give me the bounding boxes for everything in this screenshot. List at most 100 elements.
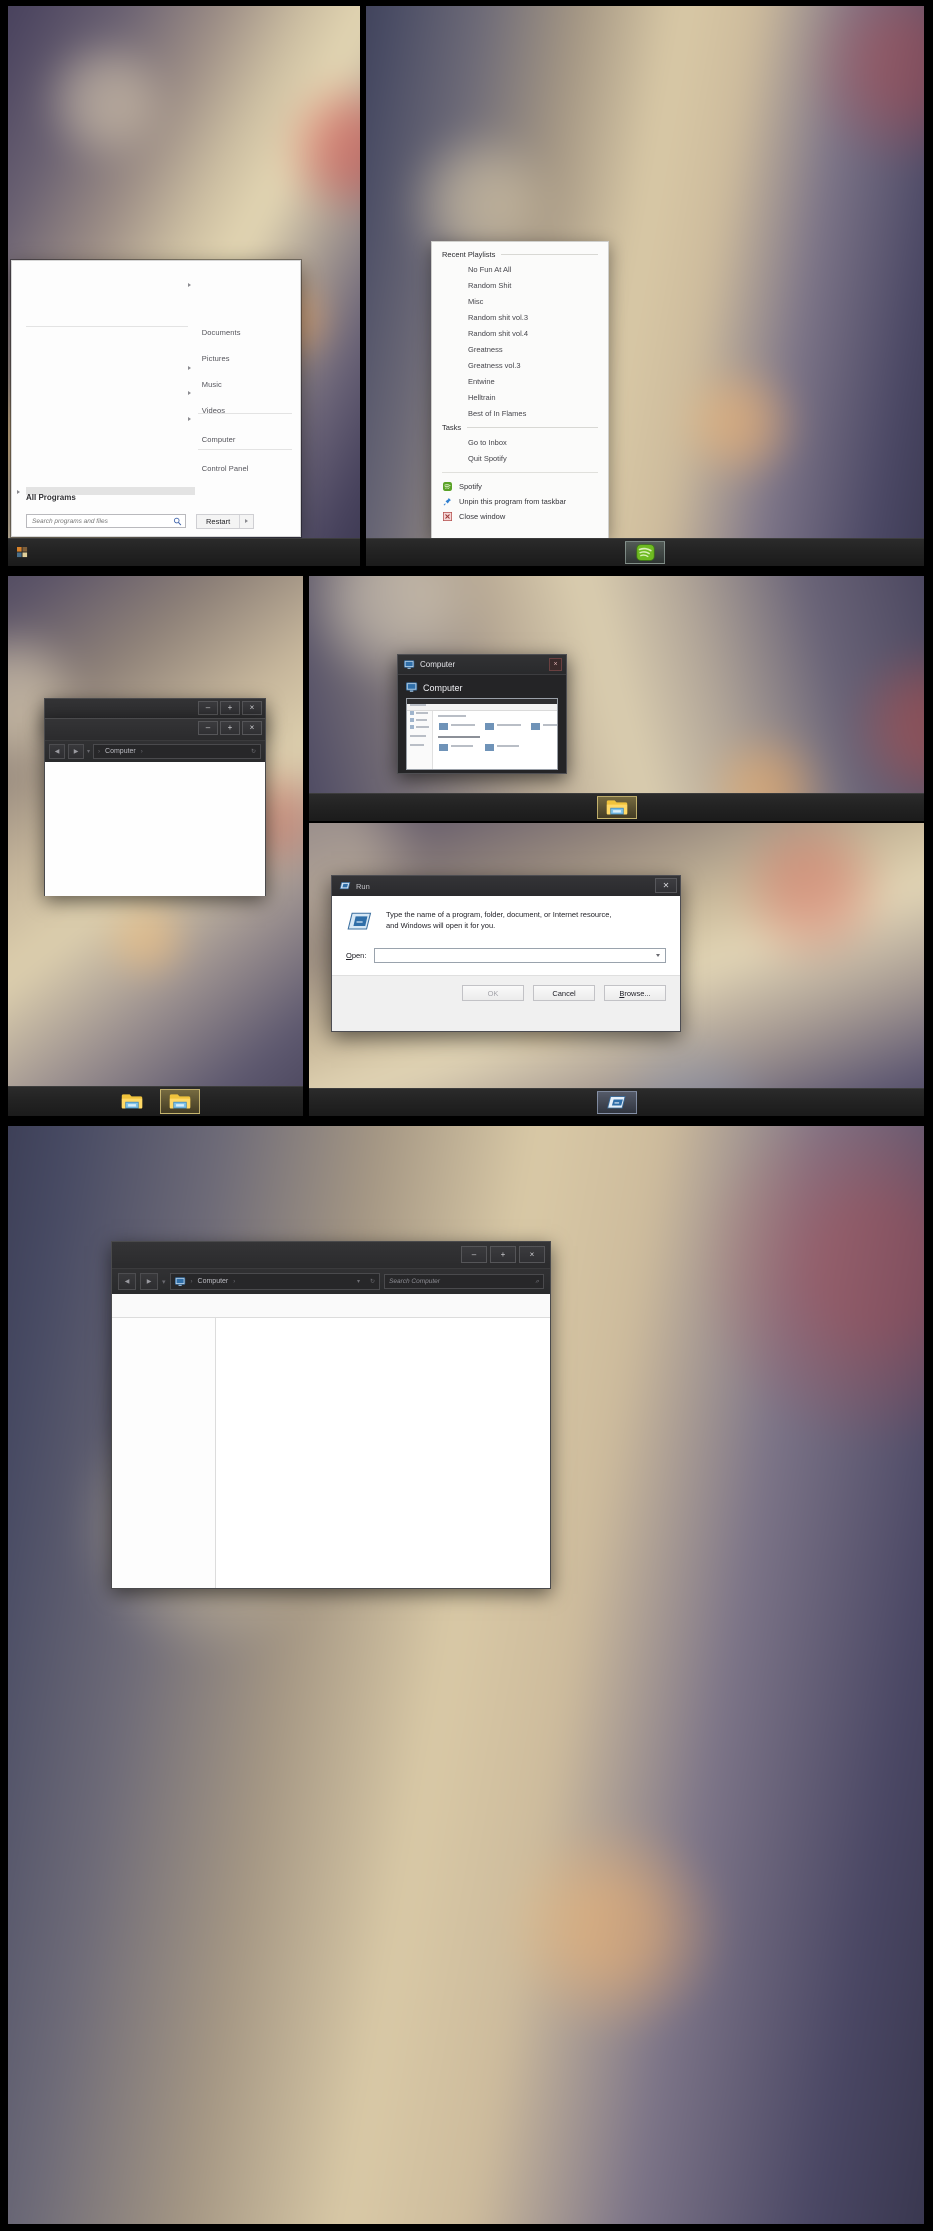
breadcrumb-bar[interactable]: › Computer › ▾ ↻ [169, 1273, 380, 1290]
preview-body[interactable]: Computer [398, 675, 566, 779]
all-programs-button[interactable]: All Programs [26, 493, 76, 502]
minimize-button[interactable]: – [198, 701, 218, 715]
jumplist-unpin[interactable]: Unpin this program from taskbar [432, 494, 608, 509]
chevron-right-icon: › [140, 748, 143, 755]
jumplist-playlist-item[interactable]: Random shit vol.3 [432, 309, 608, 325]
file-list-area[interactable] [45, 762, 265, 896]
minimize-button[interactable]: – [461, 1246, 487, 1263]
chevron-right-icon [188, 391, 191, 395]
search-programs-field[interactable] [26, 514, 186, 528]
jumplist-playlist-item[interactable]: Best of In Flames [432, 405, 608, 421]
jumplist-playlist-item[interactable]: Entwine [432, 373, 608, 389]
ok-button[interactable]: OK [462, 985, 524, 1001]
browse-button[interactable]: Browse... [604, 985, 666, 1001]
command-toolbar[interactable] [112, 1294, 550, 1318]
run-body: Type the name of a program, folder, docu… [332, 896, 680, 975]
taskbar-run-button[interactable] [596, 1091, 637, 1114]
run-open-combobox[interactable] [374, 948, 666, 963]
cancel-button[interactable]: Cancel [533, 985, 595, 1001]
refresh-icon[interactable]: ↻ [251, 748, 256, 755]
file-list-pane[interactable] [216, 1318, 550, 1588]
preview-header: Computer × [398, 655, 566, 675]
start-item-documents[interactable]: Documents [194, 324, 300, 341]
start-item-videos[interactable]: Videos [194, 402, 300, 419]
title-bar[interactable]: Run ✕ [332, 876, 680, 896]
chevron-down-icon[interactable] [656, 954, 660, 957]
search-computer-field[interactable]: Search Computer ⌕ [384, 1274, 544, 1289]
history-dropdown-icon[interactable]: ▾ [87, 748, 90, 755]
forward-arrow-icon[interactable]: ▶ [140, 1273, 158, 1290]
taskbar-spotify-button[interactable] [625, 541, 665, 564]
jumplist-launch-spotify[interactable]: Spotify [432, 479, 608, 494]
window-controls: – + × [198, 701, 262, 715]
history-dropdown-icon[interactable]: ▾ [357, 1278, 360, 1285]
panel-start-menu: Documents Pictures Music Videos Computer… [8, 6, 360, 566]
start-item-control-panel[interactable]: Control Panel [194, 460, 300, 477]
start-item-computer[interactable]: Computer [194, 431, 300, 448]
start-item-pictures[interactable]: Pictures [194, 350, 300, 367]
maximize-button[interactable]: + [490, 1246, 516, 1263]
start-item-music[interactable]: Music [194, 376, 300, 393]
jumplist-playlist-item[interactable]: Random Shit [432, 277, 608, 293]
jumplist-playlist-item[interactable]: No Fun At All [432, 261, 608, 277]
breadcrumb-bar[interactable]: › Computer › ↻ [93, 744, 261, 759]
close-icon[interactable]: × [549, 658, 562, 671]
run-icon [347, 912, 372, 930]
start-orb-button[interactable] [9, 541, 35, 564]
panel-preview-popup: Computer × Computer [309, 576, 924, 821]
start-menu: Documents Pictures Music Videos Computer… [11, 260, 301, 537]
jumplist-playlist-item[interactable]: Helltrain [432, 389, 608, 405]
title-bar[interactable]: – + × [45, 699, 265, 720]
close-icon[interactable]: ✕ [655, 878, 677, 893]
chevron-right-icon: › [190, 1278, 193, 1285]
restart-button[interactable]: Restart [197, 515, 239, 528]
jumplist-task-inbox[interactable]: Go to Inbox [432, 434, 608, 450]
back-arrow-icon[interactable]: ◀ [49, 744, 65, 759]
close-button[interactable]: × [242, 721, 262, 735]
shutdown-options-button[interactable] [239, 514, 253, 528]
refresh-icon[interactable]: ↻ [370, 1278, 375, 1285]
history-dropdown-icon[interactable]: ▾ [162, 1278, 166, 1286]
search-input[interactable] [32, 517, 173, 525]
open-label: Open: [346, 951, 367, 960]
breadcrumb-computer[interactable]: Computer [105, 748, 136, 755]
title-bar[interactable]: – + × [112, 1242, 550, 1268]
divider [197, 449, 292, 450]
jumplist-section-tasks: Tasks [432, 421, 608, 434]
forward-arrow-icon[interactable]: ▶ [68, 744, 84, 759]
chevron-right-icon: › [233, 1278, 236, 1285]
title-bar[interactable]: – + × [45, 719, 265, 740]
navigation-pane[interactable] [112, 1318, 216, 1588]
breadcrumb-computer[interactable]: Computer [198, 1278, 229, 1285]
folder-explorer-icon [169, 1094, 190, 1110]
divider [442, 472, 598, 473]
taskbar-explorer-button[interactable] [596, 796, 637, 819]
taskbar-1 [8, 538, 360, 566]
jumplist-playlist-item[interactable]: Misc [432, 293, 608, 309]
close-button[interactable]: × [242, 701, 262, 715]
divider [467, 427, 598, 428]
jumplist-playlist-item[interactable]: Greatness [432, 341, 608, 357]
maximize-button[interactable]: + [220, 721, 240, 735]
jumplist-task-quit[interactable]: Quit Spotify [432, 450, 608, 466]
taskbar-5 [309, 1088, 924, 1116]
taskbar-4 [309, 793, 924, 821]
taskbar-explorer-button-2[interactable] [159, 1089, 200, 1114]
thumb-nav-pane [407, 704, 433, 769]
jumplist-playlist-item[interactable]: Random shit vol.4 [432, 325, 608, 341]
divider [197, 413, 292, 414]
minimize-button[interactable]: – [198, 721, 218, 735]
back-arrow-icon[interactable]: ◀ [118, 1273, 136, 1290]
maximize-button[interactable]: + [220, 701, 240, 715]
search-icon [173, 517, 182, 525]
window-thumbnail[interactable] [406, 698, 558, 770]
jumplist-playlist-item[interactable]: Greatness vol.3 [432, 357, 608, 373]
taskbar-2 [366, 538, 924, 566]
taskbar-explorer-button-1[interactable] [112, 1089, 152, 1113]
close-button[interactable]: × [519, 1246, 545, 1263]
run-footer: OK Cancel Browse... [332, 975, 680, 1011]
jumplist-close-window[interactable]: Close window [432, 509, 608, 524]
explorer-window-large: – + × ◀ ▶ ▾ › Computer › ▾ ↻ Search Comp… [111, 1241, 551, 1589]
content-split [112, 1318, 550, 1588]
panel-run-dialog: Run ✕ Type the name of a program, folder… [309, 823, 924, 1116]
